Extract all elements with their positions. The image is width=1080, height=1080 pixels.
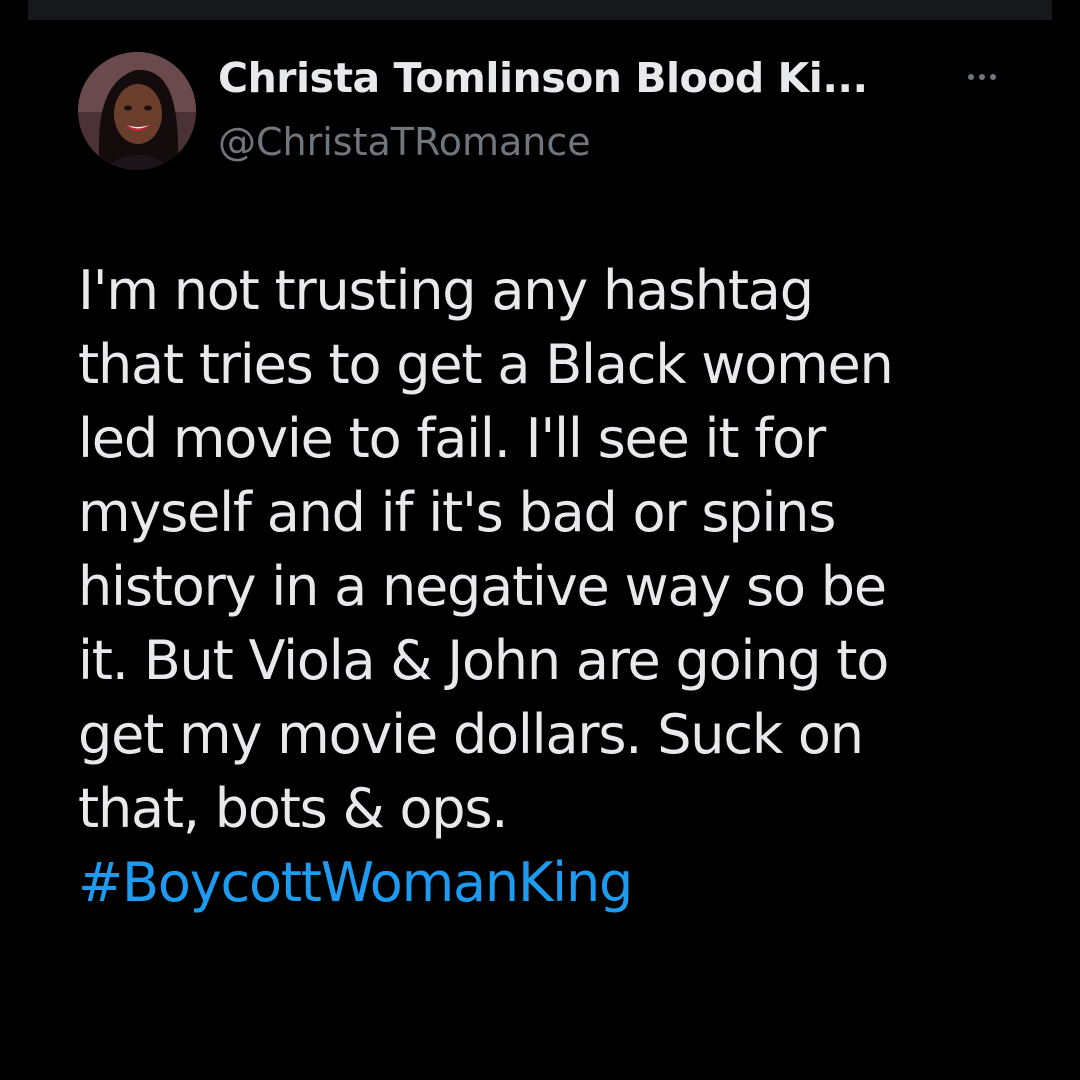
tweet-text-line: led movie to fail. I'll see it for — [78, 407, 826, 470]
more-horizontal-icon-dot — [979, 74, 985, 80]
avatar-photo — [78, 52, 196, 170]
top-divider-strip — [28, 0, 1052, 20]
tweet-text-line: it. But Viola & John are going to — [78, 629, 889, 692]
avatar[interactable] — [78, 52, 196, 170]
author-display-name[interactable]: Christa Tomlinson Blood Ki... — [218, 52, 868, 104]
tweet-text-line: get my movie dollars. Suck on — [78, 703, 864, 766]
tweet-text-line: myself and if it's bad or spins — [78, 481, 836, 544]
more-options-button[interactable] — [958, 62, 1006, 92]
tweet-text-line: that, bots & ops. — [78, 777, 508, 840]
author-handle[interactable]: @ChristaTRomance — [218, 116, 591, 168]
tweet-text-line: that tries to get a Black women — [78, 333, 894, 396]
more-horizontal-icon — [968, 74, 974, 80]
more-horizontal-icon-dot — [990, 74, 996, 80]
tweet-text-line: I'm not trusting any hashtag — [78, 259, 814, 322]
tweet-text-line: history in a negative way so be — [78, 555, 887, 618]
hashtag-link[interactable]: #BoycottWomanKing — [78, 846, 1038, 920]
tweet-text: I'm not trusting any hashtag that tries … — [78, 254, 1038, 920]
